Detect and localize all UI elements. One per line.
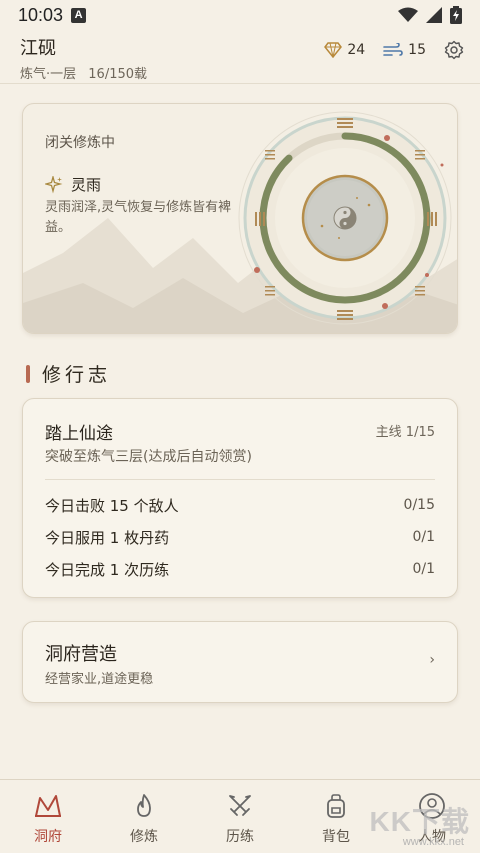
task-label: 今日完成 1 次历练 <box>45 560 170 579</box>
crossed-swords-icon <box>229 795 251 816</box>
task-row[interactable]: 今日服用 1 枚丹药 0/1 <box>45 525 435 549</box>
task-row[interactable]: 今日击败 15 个敌人 0/15 <box>45 493 435 517</box>
quest-card[interactable]: 踏上仙途 主线 1/15 突破至炼气三层(达成后自动领赏) 今日击败 15 个敌… <box>22 398 458 598</box>
section-header: 修行志 <box>26 360 111 387</box>
retreat-status: 闭关修炼中 <box>45 135 115 151</box>
divider <box>45 479 435 480</box>
weather-name: 灵雨 <box>71 176 102 194</box>
build-title: 洞府营造 <box>45 644 117 665</box>
age-lifespan: 16/150载 <box>88 67 148 82</box>
wind-icon <box>383 43 403 56</box>
task-progress: 0/1 <box>412 561 435 577</box>
section-title: 修行志 <box>42 364 112 386</box>
task-progress: 0/15 <box>403 497 435 513</box>
chevron-right-icon: › <box>429 652 435 668</box>
energy-count: 15 <box>408 42 426 58</box>
gem-counter[interactable]: 24 <box>324 42 365 58</box>
mountain-icon <box>35 795 61 817</box>
yin-yang-icon <box>333 206 357 230</box>
section-accent-bar <box>26 364 30 383</box>
retreat-card[interactable]: 闭关修炼中 灵雨 灵雨润泽,灵气恢复与修炼皆有裨益。 <box>22 103 458 334</box>
player-header: 江砚 炼气·一层 16/150载 24 15 <box>0 30 480 84</box>
nav-item-character[interactable]: 人物 <box>384 780 480 853</box>
weather-row: 灵雨 <box>45 174 101 195</box>
gem-count: 24 <box>347 42 366 58</box>
status-time: 10:03 <box>18 4 64 25</box>
nav-item-adventure[interactable]: 历练 <box>192 780 288 853</box>
flame-icon <box>137 794 151 817</box>
bottom-nav: 洞府 修炼 历练 背包 人物 <box>0 779 480 853</box>
task-progress: 0/1 <box>412 529 435 545</box>
nav-item-cultivate[interactable]: 修炼 <box>96 780 192 853</box>
quest-title: 踏上仙途 <box>45 424 113 444</box>
cave-building-card[interactable]: 洞府营造 经营家业,道途更稳 › <box>22 621 458 703</box>
resource-bar: 24 15 <box>324 40 464 60</box>
wifi-icon <box>398 7 418 22</box>
quest-tag: 主线 1/15 <box>375 425 435 440</box>
gem-icon <box>324 42 343 58</box>
nav-label: 洞府 <box>34 829 62 845</box>
weather-description: 灵雨润泽,灵气恢复与修炼皆有裨益。 <box>45 200 232 235</box>
status-icons <box>398 6 462 24</box>
task-label: 今日服用 1 枚丹药 <box>45 528 170 547</box>
realm-level: 炼气·一层 <box>20 67 77 82</box>
person-icon <box>419 793 445 819</box>
signal-icon <box>426 7 442 23</box>
quest-description: 突破至炼气三层(达成后自动领赏) <box>45 449 252 465</box>
settings-icon[interactable] <box>444 40 464 60</box>
player-info: 炼气·一层 16/150载 <box>20 63 460 82</box>
nav-item-bag[interactable]: 背包 <box>288 780 384 853</box>
nav-label: 背包 <box>322 829 350 845</box>
backpack-icon <box>327 794 345 818</box>
nav-label: 修炼 <box>130 829 158 845</box>
nav-item-cave[interactable]: 洞府 <box>0 780 96 853</box>
sparkle-icon <box>45 175 63 193</box>
notification-badge: A <box>71 7 87 23</box>
build-subtitle: 经营家业,道途更稳 <box>45 672 154 687</box>
nav-label: 历练 <box>226 829 254 845</box>
nav-label: 人物 <box>418 829 446 845</box>
energy-counter[interactable]: 15 <box>383 42 426 58</box>
task-label: 今日击败 15 个敌人 <box>45 496 179 515</box>
cultivation-ring[interactable] <box>237 110 453 326</box>
battery-icon <box>450 6 462 24</box>
task-row[interactable]: 今日完成 1 次历练 0/1 <box>45 557 435 581</box>
status-bar: 10:03 A <box>0 0 480 30</box>
